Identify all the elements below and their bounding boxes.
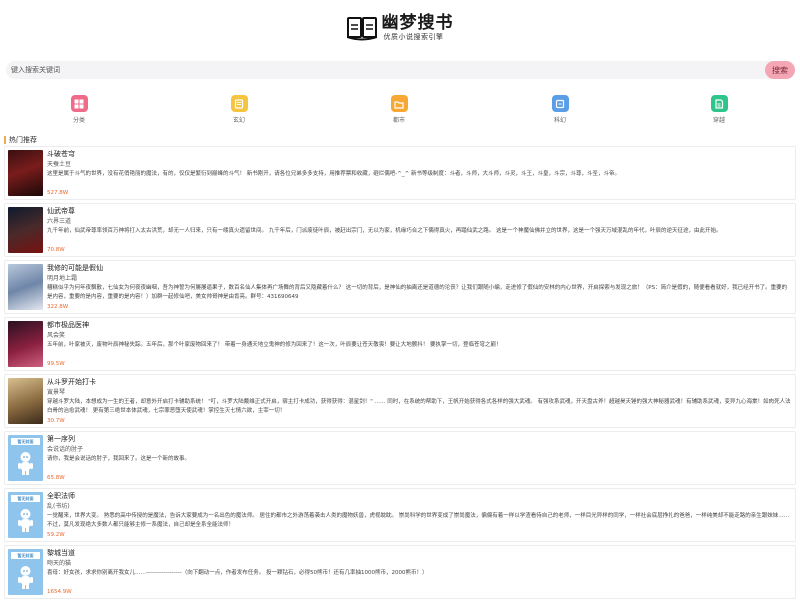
book-item[interactable]: 仙武帝尊六界三道九千年前，仙武帝尊率领百万神将打入太古洪荒，却无一人归来，只有一… xyxy=(4,203,796,257)
word-count: 30.7W xyxy=(47,418,65,424)
nav-label: 玄幻 xyxy=(232,117,245,124)
book-author: 吻天的猫 xyxy=(47,560,72,567)
book-item[interactable]: 暂无封面 第一序列会说话的肘子请你，我是会说话的肘子，我回来了。这是一个新的故事。… xyxy=(4,431,796,485)
book-title[interactable]: 斗破苍穹 xyxy=(47,150,792,159)
search-button[interactable]: 搜索 xyxy=(765,61,795,79)
site-subtitle: 优质小说搜索引擎 xyxy=(383,33,444,41)
word-count: 322.8W xyxy=(47,304,69,310)
book-list: 斗破苍穹天蚕土豆这里是属于斗气的世界，没有花俏艳丽的魔法，有的，仅仅是繁衍到巅峰… xyxy=(4,146,796,602)
word-count: 527.8W xyxy=(47,190,69,196)
word-count: 70.8W xyxy=(47,247,65,253)
book-info: 从斗罗开始打卡 寅景琴穿越斗罗大陆，本想成为一生的王者，却意外开启打卡辅助系统！ … xyxy=(47,378,792,416)
book-info: 都市极品医神 风会笑五年前，叶家被灭，废物叶辰神秘失踪。五年后，那个叶家废物回来了… xyxy=(47,321,792,359)
book-info: 我修的可能是假仙 明月地上霜糟糕似乎为何年夜飘散，七仙女为何夜夜幽咽，吾为神誓为何… xyxy=(47,264,792,302)
book-title[interactable]: 全职法师 xyxy=(47,492,792,501)
word-count: 65.8W xyxy=(47,475,65,481)
nav-item-fantasy[interactable]: 玄幻 xyxy=(219,95,259,124)
word-count: 59.2W xyxy=(47,532,65,538)
city-icon xyxy=(390,95,408,112)
book-title[interactable]: 从斗罗开始打卡 xyxy=(47,378,792,387)
book-item[interactable]: 都市极品医神 风会笑五年前，叶家被灭，废物叶辰神秘失踪。五年后，那个叶家废物回来了… xyxy=(4,317,796,371)
book-author: 六界三道 xyxy=(47,218,72,225)
grid-icon xyxy=(70,95,88,112)
site-title: 幽梦搜书 xyxy=(381,13,454,33)
book-description: 这里是属于斗气的世界，没有花俏艳丽的魔法，有的，仅仅是繁衍到巅峰的斗气！ 新书刚… xyxy=(47,171,620,177)
book-icon xyxy=(230,95,248,112)
book-cover[interactable]: 暂无封面 xyxy=(8,435,43,481)
nav-label: 都市 xyxy=(392,117,405,124)
book-author: 乱(书坊) xyxy=(47,503,70,510)
search-input[interactable] xyxy=(6,61,771,79)
book-description: 喜母：好女孩，求求你别离开我女儿……------------------（向下翻… xyxy=(47,570,428,576)
book-description: 五年前，叶家被灭，废物叶辰神秘失踪。五年后，那个叶家废物回来了！ 带着一身通天地… xyxy=(47,342,502,348)
book-info: 第一序列会说话的肘子请你，我是会说话的肘子，我回来了。这是一个新的故事。 xyxy=(47,435,792,473)
book-title[interactable]: 都市极品医神 xyxy=(47,321,792,330)
book-info: 黎城当道吻天的猫喜母：好女孩，求求你别离开我女儿……--------------… xyxy=(47,549,792,587)
book-cover[interactable] xyxy=(8,150,43,196)
category-nav: 分类 玄幻 都市 科幻 穿越 xyxy=(0,95,800,125)
book-cover[interactable]: 暂无封面 xyxy=(8,549,43,595)
nav-item-category[interactable]: 分类 xyxy=(59,95,99,124)
book-info: 全职法师乱(书坊) 一觉醒来，世界大变。 熟悉的高中传授的是魔法，告诉大家要成为一… xyxy=(47,492,792,530)
site-header: 幽梦搜书 优质小说搜索引擎 xyxy=(0,0,800,56)
book-cover[interactable]: 暂无封面 xyxy=(8,492,43,538)
rocket-icon xyxy=(551,95,569,112)
open-book-icon xyxy=(346,17,377,41)
nav-item-time-travel[interactable]: 穿越 xyxy=(699,95,739,124)
nav-item-urban[interactable]: 都市 xyxy=(379,95,419,124)
book-cover[interactable] xyxy=(8,264,43,310)
nav-item-scifi[interactable]: 科幻 xyxy=(540,95,580,124)
book-description: 请你，我是会说话的肘子，我回来了。这是一个新的故事。 xyxy=(47,456,191,462)
search-bar: 搜索 xyxy=(6,61,795,79)
book-description: 糟糕似乎为何年夜飘散，七仙女为何夜夜幽咽，吾为神誓为何屡屡逼果子，数百名仙人集体… xyxy=(47,285,788,300)
nav-label: 穿越 xyxy=(712,117,725,124)
mascot-icon xyxy=(18,566,33,589)
section-title-hot: 热门推荐 xyxy=(4,136,37,144)
book-author: 明月地上霜 xyxy=(47,275,78,282)
mascot-icon xyxy=(18,452,33,475)
book-title[interactable]: 我修的可能是假仙 xyxy=(47,264,792,273)
nav-label: 科幻 xyxy=(553,117,566,124)
book-description: 一觉醒来，世界大变。 熟悉的高中传授的是魔法，告诉大家要成为一名出色的魔法师。 … xyxy=(47,513,790,528)
site-logo[interactable]: 幽梦搜书 优质小说搜索引擎 xyxy=(346,13,454,42)
cover-placeholder-text: 暂无封面 xyxy=(11,495,40,502)
mascot-icon xyxy=(18,509,33,532)
book-title[interactable]: 第一序列 xyxy=(47,435,792,444)
book-author: 会说话的肘子 xyxy=(47,446,84,453)
word-count: 99.5W xyxy=(47,361,65,367)
book-author: 风会笑 xyxy=(47,332,66,339)
cover-placeholder-text: 暂无封面 xyxy=(11,552,40,559)
book-description: 九千年前，仙武帝尊率领百万神将打入太古洪荒，却无一人归来，只有一缕真火遗留世间。… xyxy=(47,228,722,234)
nav-label: 分类 xyxy=(72,117,85,124)
book-item[interactable]: 从斗罗开始打卡 寅景琴穿越斗罗大陆，本想成为一生的王者，却意外开启打卡辅助系统！ … xyxy=(4,374,796,428)
book-author: 天蚕土豆 xyxy=(47,161,72,168)
cover-placeholder-text: 暂无封面 xyxy=(11,438,40,445)
word-count: 1654.9W xyxy=(47,589,72,595)
book-title[interactable]: 黎城当道 xyxy=(47,549,792,558)
portal-icon xyxy=(710,95,728,112)
book-item[interactable]: 暂无封面 全职法师乱(书坊) 一觉醒来，世界大变。 熟悉的高中传授的是魔法，告诉大家… xyxy=(4,488,796,542)
book-title[interactable]: 仙武帝尊 xyxy=(47,207,792,216)
book-info: 仙武帝尊六界三道九千年前，仙武帝尊率领百万神将打入太古洪荒，却无一人归来，只有一… xyxy=(47,207,792,245)
book-info: 斗破苍穹天蚕土豆这里是属于斗气的世界，没有花俏艳丽的魔法，有的，仅仅是繁衍到巅峰… xyxy=(47,150,792,188)
book-item[interactable]: 我修的可能是假仙 明月地上霜糟糕似乎为何年夜飘散，七仙女为何夜夜幽咽，吾为神誓为何… xyxy=(4,260,796,314)
book-author: 寅景琴 xyxy=(47,389,66,396)
book-cover[interactable] xyxy=(8,378,43,424)
book-description: 穿越斗罗大陆，本想成为一生的王者，却意外开启打卡辅助系统！ "叮，斗罗大陆戴维正… xyxy=(47,399,791,414)
book-cover[interactable] xyxy=(8,207,43,253)
book-cover[interactable] xyxy=(8,321,43,367)
book-item[interactable]: 斗破苍穹天蚕土豆这里是属于斗气的世界，没有花俏艳丽的魔法，有的，仅仅是繁衍到巅峰… xyxy=(4,146,796,200)
book-item[interactable]: 暂无封面 黎城当道吻天的猫喜母：好女孩，求求你别离开我女儿……----------… xyxy=(4,545,796,599)
